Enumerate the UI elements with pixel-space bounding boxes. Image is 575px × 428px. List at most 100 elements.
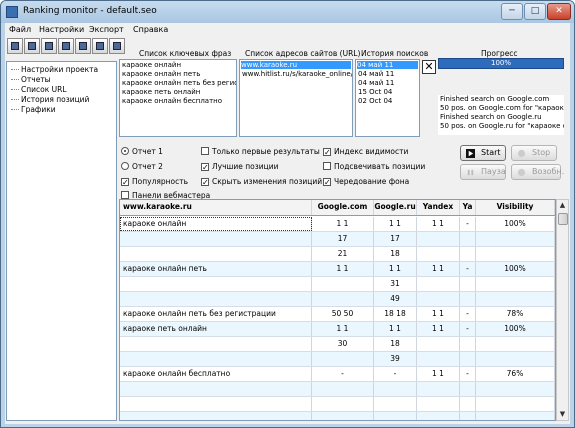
column-header[interactable]: www.karaoke.ru <box>120 200 312 215</box>
ya-cell: - <box>460 322 476 336</box>
list-item[interactable]: караоке онлайн петь <box>122 70 200 78</box>
urls-list[interactable]: www.karaoke.ru www.hitlist.ru/s/karaoke_… <box>239 59 353 137</box>
list-item[interactable]: караоке онлайн петь без регистрации <box>122 79 236 87</box>
visibility-index-checkbox[interactable]: ✓ Индекс видимости <box>323 147 408 157</box>
google-com-cell <box>312 397 374 411</box>
log-line: Finished search on Google.ru <box>440 113 542 121</box>
google-com-cell <box>312 412 374 420</box>
list-item[interactable]: 02 Oct 04 <box>358 97 392 105</box>
visibility-cell <box>476 232 555 246</box>
print-icon[interactable] <box>109 38 125 54</box>
alternate-checkbox[interactable]: ✓ Чередование фона <box>323 177 409 187</box>
table-row[interactable]: 39 <box>120 352 555 367</box>
only-first-checkbox[interactable]: Только первые результаты <box>201 147 320 156</box>
new-project-icon[interactable] <box>7 38 23 54</box>
table-row[interactable] <box>120 397 555 412</box>
minimize-button[interactable]: ─ <box>501 3 523 20</box>
list-item[interactable]: 04 май 11 <box>358 70 394 78</box>
table-row[interactable]: караоке онлайн петь без регистрации 50 50… <box>120 307 555 322</box>
menu-export[interactable]: Экспорт <box>89 25 124 34</box>
google-ru-cell: 49 <box>374 292 417 306</box>
keywords-list[interactable]: караоке онлайн караоке онлайн петь карао… <box>119 59 237 137</box>
table-row[interactable] <box>120 412 555 420</box>
keywords-header: Список ключевых фраз <box>139 49 232 58</box>
keyword-cell <box>120 397 312 411</box>
report-icon[interactable] <box>92 38 108 54</box>
list-item[interactable]: караоке петь онлайн <box>122 88 200 96</box>
pause-button[interactable]: Пауза <box>460 164 506 180</box>
scroll-thumb[interactable] <box>558 213 568 225</box>
google-ru-cell <box>374 382 417 396</box>
close-button[interactable]: ✕ <box>547 3 571 20</box>
menu-file[interactable]: Файл <box>9 25 31 34</box>
tree-item-reports[interactable]: Отчеты <box>11 75 51 84</box>
visibility-cell: 78% <box>476 307 555 321</box>
save-project-icon[interactable] <box>41 38 57 54</box>
hide-changes-checkbox[interactable]: ✓ Скрыть изменения позиций <box>201 177 322 187</box>
google-com-cell <box>312 277 374 291</box>
google-ru-cell: 18 <box>374 247 417 261</box>
visibility-cell <box>476 397 555 411</box>
app-window: Ranking monitor - default.seo ─ □ ✕ Файл… <box>0 0 575 428</box>
delete-history-button[interactable]: ✕ <box>422 60 436 74</box>
list-item[interactable]: караоке онлайн <box>122 61 181 69</box>
list-item[interactable]: 15 Oct 04 <box>358 88 392 96</box>
visibility-cell <box>476 292 555 306</box>
scroll-down-icon[interactable]: ▼ <box>557 409 568 420</box>
table-row[interactable]: 21 18 <box>120 247 555 262</box>
ya-cell <box>460 382 476 396</box>
column-header[interactable]: Google.ru <box>374 200 417 215</box>
history-list[interactable]: 04 май 11 04 май 11 04 май 11 15 Oct 04 … <box>355 59 420 137</box>
tree-item-position-history[interactable]: История позиций <box>11 95 89 104</box>
menu-help[interactable]: Справка <box>133 25 168 34</box>
client-area: Файл Настройки Экспорт Справка Настройки… <box>5 23 570 424</box>
list-item[interactable]: 04 май 11 <box>358 79 394 87</box>
yandex-cell <box>417 337 460 351</box>
title-bar[interactable]: Ranking monitor - default.seo ─ □ ✕ <box>1 1 574 23</box>
ya-cell <box>460 277 476 291</box>
table-row[interactable]: 49 <box>120 292 555 307</box>
edit-icon[interactable] <box>75 38 91 54</box>
history-header: История поисков <box>361 49 429 58</box>
visibility-cell <box>476 247 555 261</box>
keyword-cell: караоке онлайн бесплатно <box>120 367 312 381</box>
menu-settings[interactable]: Настройки <box>39 25 84 34</box>
list-item[interactable]: 04 май 11 <box>357 61 418 69</box>
report1-radio[interactable]: Отчет 1 <box>121 147 163 156</box>
column-header[interactable]: Visibility <box>476 200 555 215</box>
table-row[interactable] <box>120 382 555 397</box>
open-project-icon[interactable] <box>24 38 40 54</box>
tree-item-url-list[interactable]: Список URL <box>11 85 67 94</box>
table-row[interactable]: караоке онлайн бесплатно - -1 1-76% <box>120 367 555 382</box>
table-row[interactable]: караоке петь онлайн 1 11 11 1-100% <box>120 322 555 337</box>
popularity-checkbox[interactable]: ✓ Популярность <box>121 177 188 187</box>
keyword-cell <box>120 247 312 261</box>
scroll-up-icon[interactable]: ▲ <box>557 200 568 211</box>
table-row[interactable]: 30 18 <box>120 337 555 352</box>
column-header[interactable]: Google.com <box>312 200 374 215</box>
ya-cell <box>460 337 476 351</box>
table-header[interactable]: www.karaoke.ru Google.com Google.ru Yandex Y… <box>120 200 555 216</box>
highlight-checkbox[interactable]: Подсвечивать позиции <box>323 162 425 171</box>
table-row[interactable]: 31 <box>120 277 555 292</box>
table-row[interactable]: караоке онлайн 1 11 11 1-100% <box>120 217 555 232</box>
table-scrollbar[interactable]: ▲ ▼ <box>556 199 569 421</box>
report2-radio[interactable]: Отчет 2 <box>121 162 163 171</box>
list-item[interactable]: караоке онлайн бесплатно <box>122 97 222 105</box>
table-row[interactable]: караоке онлайн петь 1 11 11 1-100% <box>120 262 555 277</box>
list-item[interactable]: www.hitlist.ru/s/karaoke_online/all <box>242 70 352 78</box>
list-item[interactable]: www.karaoke.ru <box>241 61 351 69</box>
google-com-cell: 17 <box>312 232 374 246</box>
maximize-button[interactable]: □ <box>524 3 546 20</box>
tree-item-charts[interactable]: Графики <box>11 105 56 114</box>
table-row[interactable]: 17 17 <box>120 232 555 247</box>
export-icon[interactable] <box>58 38 74 54</box>
column-header[interactable]: Ya <box>460 200 476 215</box>
best-positions-checkbox[interactable]: ✓ Лучшие позиции <box>201 162 278 172</box>
column-header[interactable]: Yandex <box>417 200 460 215</box>
resume-button[interactable]: Возобн. <box>511 164 564 180</box>
start-button[interactable]: Start <box>460 145 506 161</box>
positions-table[interactable]: www.karaoke.ru Google.com Google.ru Yandex Y… <box>119 199 556 421</box>
tree-item-project-settings[interactable]: Настройки проекта <box>11 65 98 74</box>
stop-button[interactable]: Stop <box>511 145 557 161</box>
